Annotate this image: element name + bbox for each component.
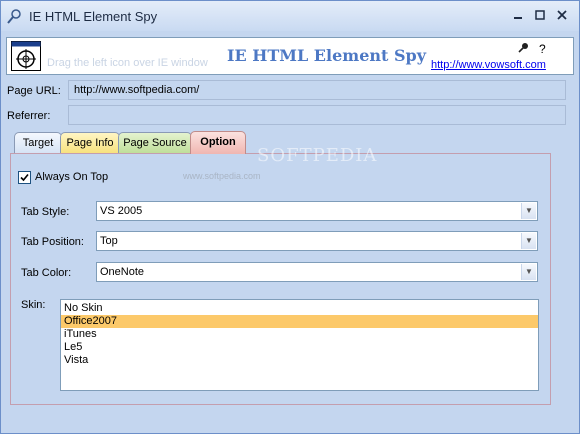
referrer-field[interactable]	[68, 105, 566, 125]
tab-style-value: VS 2005	[100, 205, 143, 217]
window-title: IE HTML Element Spy	[29, 9, 158, 24]
tab-option[interactable]: Option	[190, 131, 246, 154]
help-icon[interactable]: ?	[534, 42, 550, 56]
minimize-button[interactable]	[509, 7, 527, 25]
chevron-down-icon[interactable]: ▼	[521, 264, 536, 280]
skin-item-vista[interactable]: Vista	[61, 354, 538, 367]
app-title: IE HTML Element Spy	[227, 46, 426, 65]
always-on-top-label[interactable]: Always On Top	[35, 171, 108, 183]
pin-icon[interactable]	[515, 42, 531, 56]
crosshair-target-icon[interactable]	[11, 41, 41, 71]
softpedia-watermark-url: www.softpedia.com	[183, 171, 261, 181]
skin-listbox[interactable]: No Skin Office2007 iTunes Le5 Vista	[60, 299, 539, 391]
tab-style-select[interactable]: VS 2005 ▼	[96, 201, 538, 221]
tab-style-label: Tab Style:	[21, 206, 70, 218]
tab-color-value: OneNote	[100, 266, 145, 278]
tab-color-select[interactable]: OneNote ▼	[96, 262, 538, 282]
tab-position-value: Top	[100, 235, 118, 247]
tab-position-select[interactable]: Top ▼	[96, 231, 538, 251]
referrer-label: Referrer:	[7, 110, 51, 122]
skin-item-no-skin[interactable]: No Skin	[61, 302, 538, 315]
page-url-label: Page URL:	[7, 85, 61, 97]
app-window: IE HTML Element Spy Drag the left icon o…	[0, 0, 580, 434]
tab-page-info[interactable]: Page Info	[60, 132, 120, 153]
chevron-down-icon[interactable]: ▼	[521, 203, 536, 219]
softpedia-watermark: SOFTPEDIA	[257, 145, 378, 166]
tab-color-label: Tab Color:	[21, 267, 72, 279]
page-url-field[interactable]: http://www.softpedia.com/	[68, 80, 566, 100]
drag-hint-text: Drag the left icon over IE window	[47, 57, 208, 69]
maximize-button[interactable]	[531, 7, 549, 25]
tab-target[interactable]: Target	[14, 132, 62, 153]
skin-label: Skin:	[21, 299, 46, 311]
help-icons: ?	[515, 42, 550, 56]
spy-app-icon	[7, 8, 23, 24]
chevron-down-icon[interactable]: ▼	[521, 233, 536, 249]
skin-item-le5[interactable]: Le5	[61, 341, 538, 354]
header-panel: Drag the left icon over IE window IE HTM…	[6, 37, 574, 75]
always-on-top-checkbox[interactable]	[18, 171, 31, 184]
tab-position-label: Tab Position:	[21, 236, 84, 248]
skin-item-itunes[interactable]: iTunes	[61, 328, 538, 341]
vowsoft-link[interactable]: http://www.vowsoft.com	[431, 59, 546, 71]
skin-item-office2007[interactable]: Office2007	[61, 315, 538, 328]
title-bar[interactable]: IE HTML Element Spy	[1, 1, 579, 31]
tab-page-source[interactable]: Page Source	[118, 132, 192, 153]
close-button[interactable]	[553, 7, 571, 25]
